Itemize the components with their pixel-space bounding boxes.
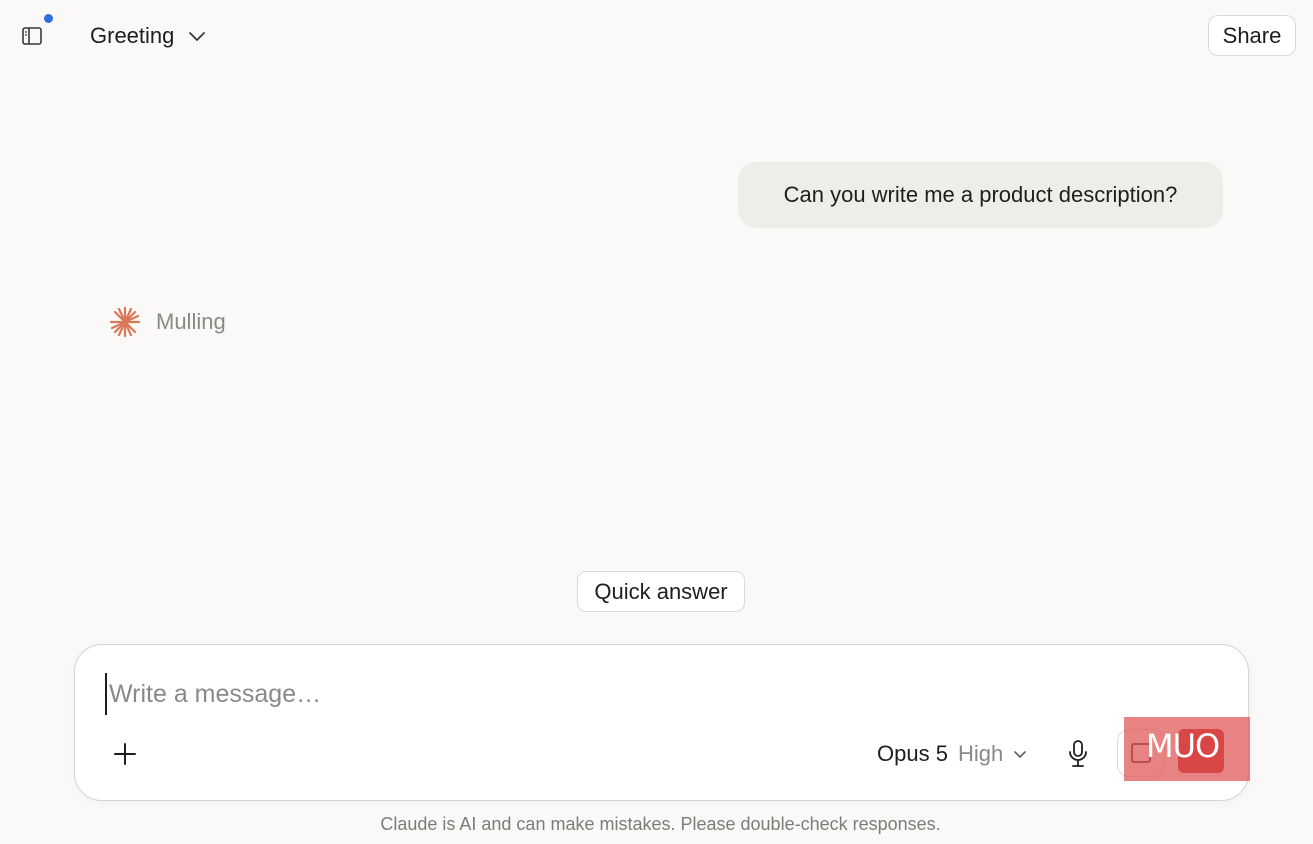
model-name: Opus 5	[877, 741, 948, 766]
conversation-title-dropdown[interactable]: Greeting	[90, 18, 206, 54]
quick-answer-button[interactable]: Quick answer	[577, 571, 745, 612]
plus-icon	[114, 743, 136, 765]
message-input[interactable]	[105, 673, 1211, 715]
chevron-down-icon	[189, 32, 206, 41]
add-attachment-button[interactable]	[109, 733, 141, 775]
message-composer: Opus 5 High	[74, 644, 1249, 801]
spark-icon	[109, 306, 141, 338]
chevron-down-icon	[1014, 751, 1026, 758]
disclaimer-text: Claude is AI and can make mistakes. Plea…	[380, 814, 941, 834]
watermark-logo: MUO	[1124, 717, 1250, 781]
share-button[interactable]: Share	[1208, 15, 1296, 56]
sidebar-icon	[22, 27, 42, 45]
top-bar: Greeting Share	[0, 0, 1313, 72]
notification-dot	[44, 14, 53, 23]
assistant-status-label: Mulling	[156, 309, 226, 334]
sidebar-toggle-button[interactable]	[14, 18, 50, 54]
watermark-text: MUO	[1146, 727, 1220, 765]
model-selector[interactable]: Opus 5 High	[877, 733, 1027, 775]
microphone-icon	[1069, 740, 1087, 767]
model-effort: High	[957, 741, 1004, 766]
assistant-status: Mulling	[108, 304, 226, 340]
voice-input-button[interactable]	[1063, 733, 1093, 775]
user-message-bubble: Can you write me a product description?	[738, 162, 1223, 228]
conversation-title: Greeting	[90, 23, 175, 48]
user-message-text: Can you write me a product description?	[783, 182, 1178, 207]
